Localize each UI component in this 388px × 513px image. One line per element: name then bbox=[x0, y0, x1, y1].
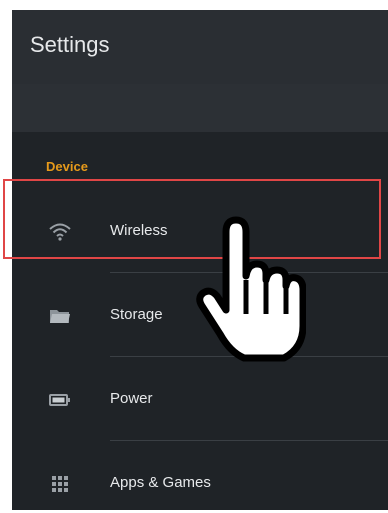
divider bbox=[110, 440, 388, 441]
settings-item-power[interactable]: Power bbox=[12, 360, 388, 440]
app-header: Settings bbox=[12, 10, 388, 84]
sub-header-bar bbox=[12, 84, 388, 132]
grid-icon bbox=[52, 476, 68, 492]
settings-item-label: Power bbox=[110, 390, 153, 407]
highlight-box bbox=[3, 179, 381, 259]
settings-item-apps-games[interactable]: Apps & Games bbox=[12, 444, 388, 510]
battery-icon bbox=[49, 394, 70, 406]
section-label-device: Device bbox=[46, 159, 88, 174]
settings-item-label: Apps & Games bbox=[110, 474, 211, 491]
page-title: Settings bbox=[30, 32, 110, 57]
folder-icon bbox=[50, 310, 70, 323]
hand-pointer-icon bbox=[196, 216, 306, 362]
settings-item-label: Storage bbox=[110, 306, 163, 323]
